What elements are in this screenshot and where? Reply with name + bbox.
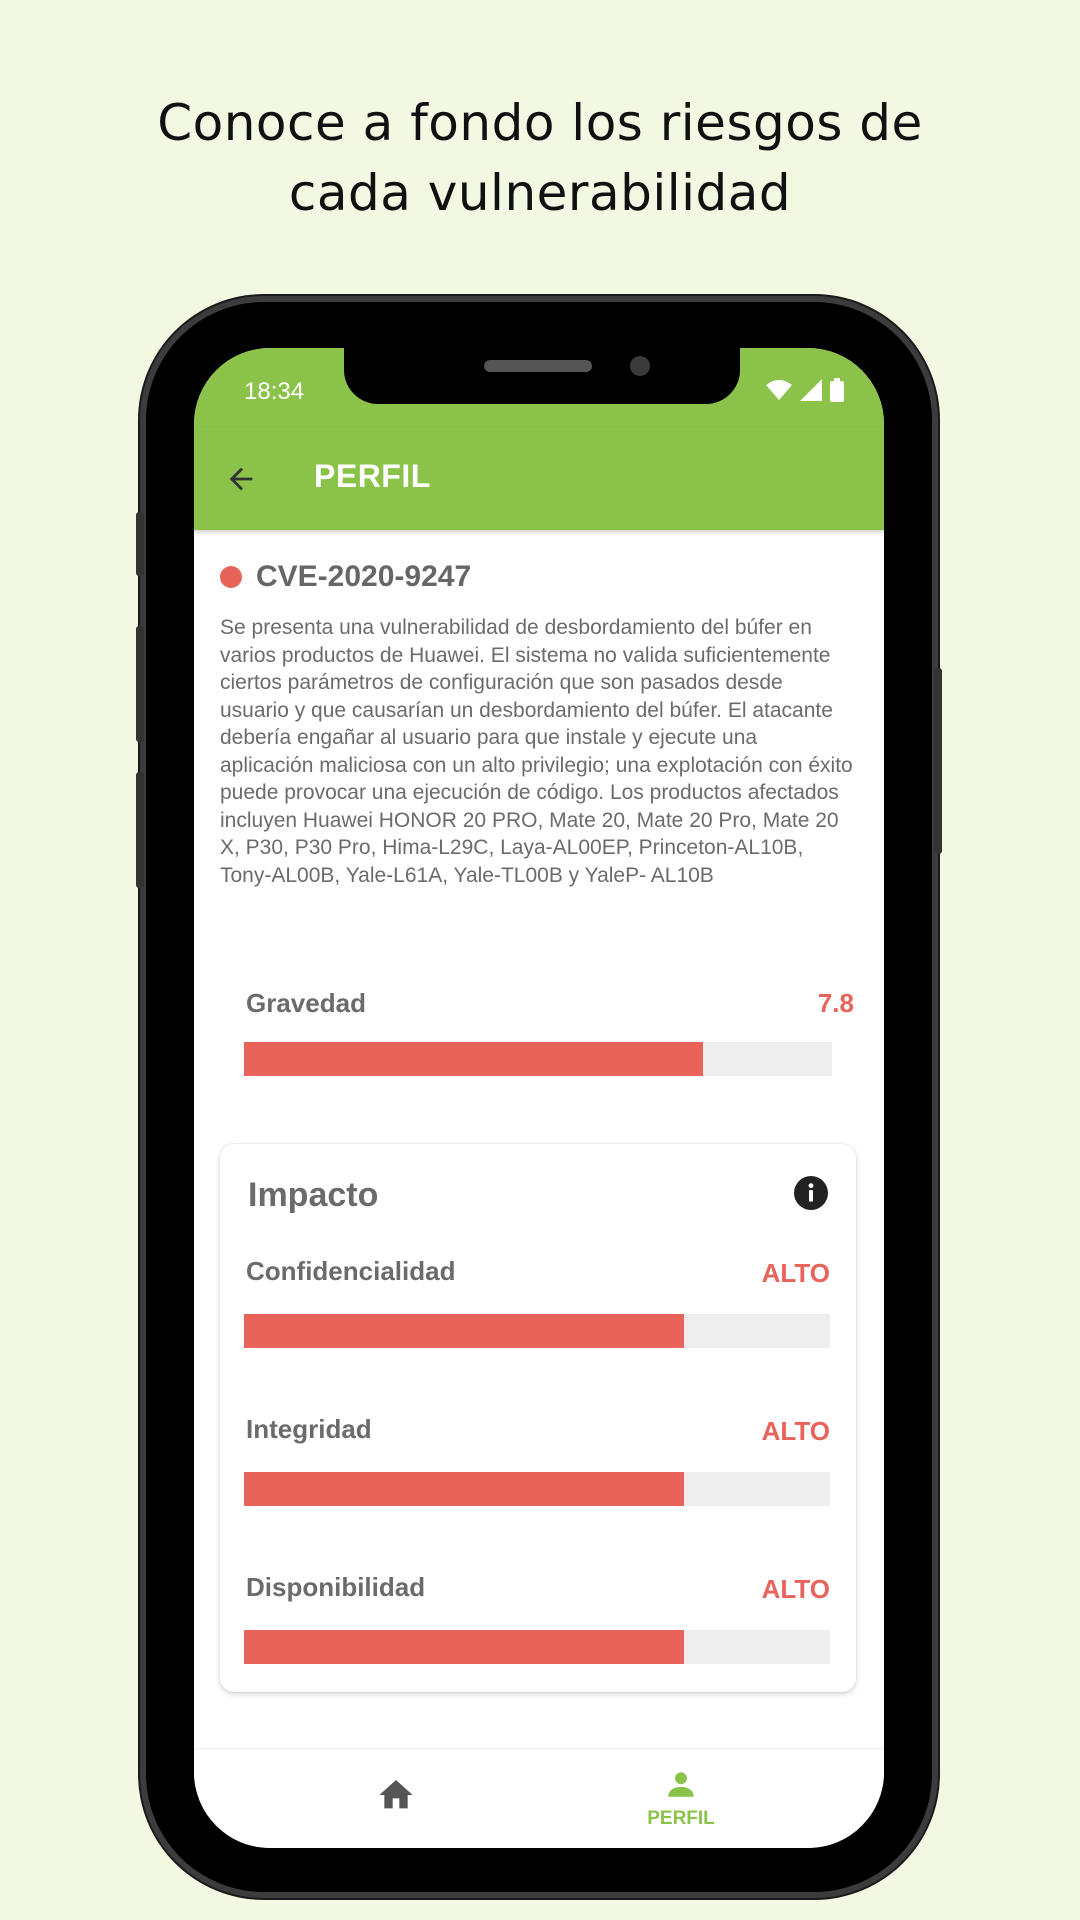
impact-bar-fill-confidentiality xyxy=(244,1314,684,1348)
phone-volume-down-button xyxy=(136,772,144,888)
nav-profile-tab[interactable]: PERFIL xyxy=(626,1767,736,1837)
severity-dot xyxy=(220,566,242,588)
headline-line-1: Conoce a fondo los riesgos de xyxy=(157,94,923,152)
impact-label-integrity: Integridad xyxy=(246,1414,372,1444)
impact-value-confidentiality: ALTO xyxy=(761,1258,830,1288)
severity-bar xyxy=(244,1042,832,1076)
headline-line-2: cada vulnerabilidad xyxy=(288,164,792,222)
phone-frame: 18:34 PERFIL CVE-2020-9247 Se presenta u… xyxy=(136,302,942,1892)
impact-title: Impacto xyxy=(248,1176,379,1214)
impact-label-confidentiality: Confidencialidad xyxy=(246,1256,456,1286)
impact-bar-integrity xyxy=(244,1472,830,1506)
impact-value-availability: ALTO xyxy=(761,1574,830,1604)
impact-bar-confidentiality xyxy=(244,1314,830,1348)
impact-value-integrity: ALTO xyxy=(761,1416,830,1446)
cve-description: Se presenta una vulnerabilidad de desbor… xyxy=(220,616,853,887)
phone-notch xyxy=(344,348,740,404)
phone-power-button xyxy=(934,668,942,854)
cve-id: CVE-2020-9247 xyxy=(256,560,472,593)
back-arrow-icon[interactable] xyxy=(224,462,258,496)
impact-bar-fill-integrity xyxy=(244,1472,684,1506)
impact-label-availability: Disponibilidad xyxy=(246,1572,426,1602)
home-icon[interactable] xyxy=(376,1775,416,1815)
page-title: PERFIL xyxy=(314,458,431,494)
battery-icon xyxy=(830,378,844,402)
impact-card: Impacto Confidencialidad ALTO Integridad… xyxy=(220,1144,856,1692)
nav-profile-label: PERFIL xyxy=(647,1808,715,1829)
severity-value: 7.8 xyxy=(817,988,854,1018)
status-icons xyxy=(766,378,844,402)
severity-bar-fill xyxy=(244,1042,703,1076)
wifi-icon xyxy=(766,380,792,400)
impact-bar-availability xyxy=(244,1630,830,1664)
app-bar: PERFIL xyxy=(194,428,884,530)
severity-label: Gravedad xyxy=(246,988,366,1018)
phone-speaker xyxy=(484,360,592,372)
bottom-nav: PERFIL xyxy=(194,1748,884,1848)
phone-screen: 18:34 PERFIL CVE-2020-9247 Se presenta u… xyxy=(194,348,884,1848)
info-icon[interactable] xyxy=(794,1176,828,1210)
phone-side-button xyxy=(136,512,144,576)
signal-icon xyxy=(800,379,822,401)
promo-headline: Conoce a fondo los riesgos de cada vulne… xyxy=(0,88,1080,228)
phone-camera xyxy=(630,356,650,376)
phone-volume-up-button xyxy=(136,626,144,742)
impact-bar-fill-availability xyxy=(244,1630,684,1664)
person-icon xyxy=(668,1772,694,1797)
cve-header: CVE-2020-9247 xyxy=(220,560,471,594)
status-time: 18:34 xyxy=(244,378,305,405)
